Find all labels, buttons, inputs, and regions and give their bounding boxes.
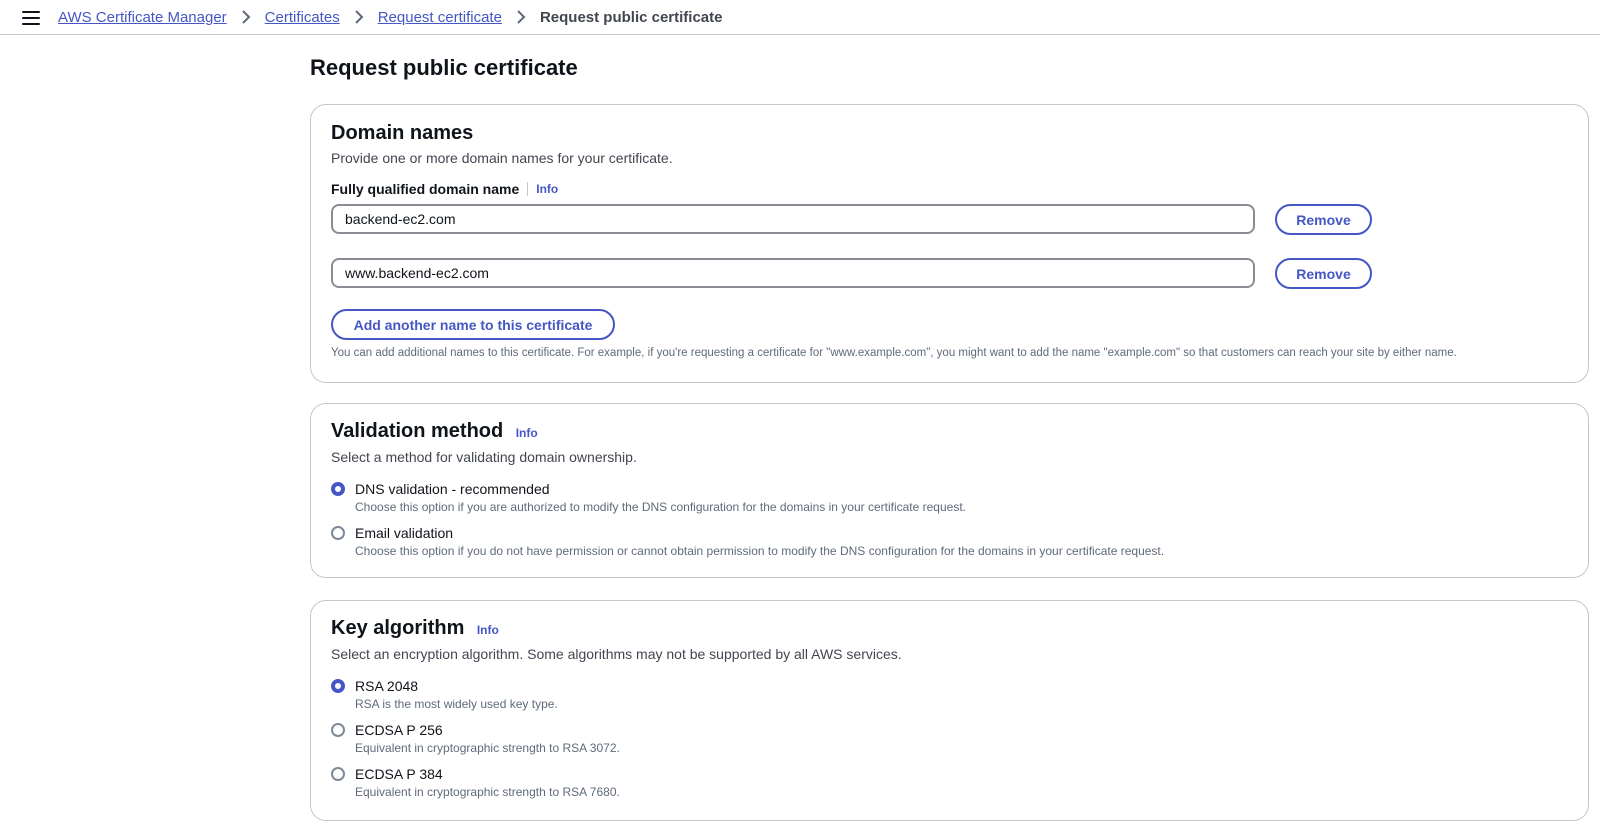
key-algorithm-panel: Key algorithm Info Select an encryption …	[310, 600, 1589, 821]
top-navigation-bar: AWS Certificate Manager Certificates Req…	[0, 0, 1600, 35]
breadcrumb: AWS Certificate Manager Certificates Req…	[58, 0, 723, 34]
radio-button[interactable]	[331, 723, 345, 737]
chevron-right-icon	[348, 9, 370, 25]
remove-domain-2-button[interactable]: Remove	[1275, 258, 1372, 289]
dns-validation-label: DNS validation - recommended	[355, 481, 550, 497]
radio-button[interactable]	[331, 767, 345, 781]
remove-domain-1-button[interactable]: Remove	[1275, 204, 1372, 235]
key-algorithm-description: Select an encryption algorithm. Some alg…	[331, 646, 902, 662]
ecdsa-p384-label: ECDSA P 384	[355, 766, 443, 782]
ecdsa-p384-description: Equivalent in cryptographic strength to …	[355, 785, 620, 799]
radio-button-selected[interactable]	[331, 482, 345, 496]
validation-info-link[interactable]: Info	[516, 426, 538, 440]
validation-method-panel: Validation method Info Select a method f…	[310, 403, 1589, 578]
validation-description: Select a method for validating domain ow…	[331, 449, 637, 465]
dns-validation-description: Choose this option if you are authorized…	[355, 500, 966, 514]
add-another-name-button[interactable]: Add another name to this certificate	[331, 309, 615, 340]
radio-button-selected[interactable]	[331, 679, 345, 693]
domain-names-description: Provide one or more domain names for you…	[331, 150, 673, 166]
divider	[527, 182, 529, 196]
key-algorithm-heading: Key algorithm	[331, 617, 465, 639]
fqdn-label: Fully qualified domain name	[331, 181, 520, 197]
ecdsa-p256-description: Equivalent in cryptographic strength to …	[355, 741, 620, 755]
domain-name-input-2[interactable]	[331, 258, 1255, 288]
breadcrumb-aws-certificate-manager[interactable]: AWS Certificate Manager	[58, 9, 227, 26]
rsa-2048-description: RSA is the most widely used key type.	[355, 697, 558, 711]
rsa-2048-label: RSA 2048	[355, 678, 419, 694]
breadcrumb-request-certificate[interactable]: Request certificate	[378, 9, 502, 26]
domain-names-panel: Domain names Provide one or more domain …	[310, 104, 1589, 383]
radio-button[interactable]	[331, 526, 345, 540]
email-validation-description: Choose this option if you do not have pe…	[355, 544, 1165, 558]
chevron-right-icon	[510, 9, 532, 25]
ecdsa-p256-label: ECDSA P 256	[355, 722, 443, 738]
key-algorithm-info-link[interactable]: Info	[477, 623, 499, 637]
chevron-right-icon	[235, 9, 257, 25]
page-title: Request public certificate	[310, 55, 578, 80]
domain-names-heading: Domain names	[331, 122, 474, 144]
domain-name-input-1[interactable]	[331, 204, 1255, 234]
domain-names-hint: You can add additional names to this cer…	[331, 347, 1457, 359]
breadcrumb-current: Request public certificate	[539, 8, 723, 26]
breadcrumb-certificates[interactable]: Certificates	[265, 9, 340, 26]
email-validation-label: Email validation	[355, 525, 454, 541]
validation-method-heading: Validation method	[331, 420, 504, 442]
fqdn-info-link[interactable]: Info	[536, 182, 558, 196]
hamburger-menu-icon[interactable]	[22, 9, 40, 25]
